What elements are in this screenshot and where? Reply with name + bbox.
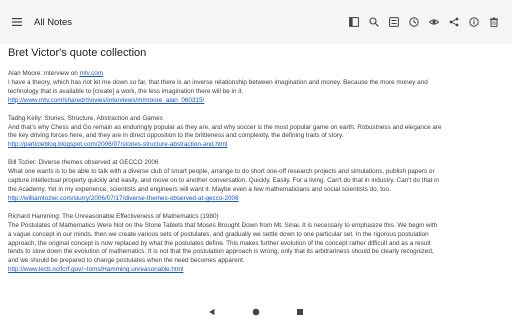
quote-text-line: approach, the original concept is now re…: [8, 239, 431, 247]
quote-text-line: What one wants is to be able to talk wit…: [8, 168, 435, 176]
app-bar: All Notes: [0, 0, 512, 44]
quote-text-line: the key driving forces here, and they ar…: [8, 132, 344, 140]
quote-url-link[interactable]: http://williamtozier.com/slurry/2006/07/…: [8, 195, 239, 202]
info-icon[interactable]: [464, 13, 484, 31]
system-nav-bar: [0, 304, 512, 320]
quote-header: Richard Hamming: The Unreasonable Effect…: [8, 212, 219, 220]
quote-text-line: The Postulates of Mathematics Were Not o…: [8, 221, 438, 229]
quote-url-link[interactable]: http://www.mtv.com/shared/movies/intervi…: [8, 97, 204, 104]
quote-url-link[interactable]: http://particleblog.blogspot.com/2006/07…: [8, 141, 227, 148]
quote-header: Bill Tozier: Diverse themes observed at …: [8, 159, 159, 167]
note-content[interactable]: Bret Victor's quote collection Alan Moor…: [8, 44, 508, 275]
trash-icon[interactable]: [484, 13, 504, 31]
quote-text-line: a vague concept in our minds, then we cr…: [8, 230, 429, 238]
reminder-icon[interactable]: [404, 13, 424, 31]
quote-text-line: and we should be prepared to change post…: [8, 257, 245, 265]
recents-icon[interactable]: [287, 304, 313, 320]
quote-bill-tozier: Bill Tozier: Diverse themes observed at …: [8, 159, 508, 204]
app-title: All Notes: [34, 16, 73, 28]
note-title: Bret Victor's quote collection: [8, 47, 147, 59]
eye-icon[interactable]: [424, 13, 444, 31]
quote-source-link[interactable]: mtv.com: [80, 70, 104, 77]
quote-text-line: I have a theory, which has not let me do…: [8, 78, 428, 86]
home-icon[interactable]: [243, 304, 269, 320]
quote-text-line: the Academy. Yet in my experience, scien…: [8, 185, 391, 193]
search-icon[interactable]: [364, 13, 384, 31]
quote-text-line: tends to slow down the evolution of math…: [8, 248, 434, 256]
quote-header: Tadhg Kelly: Stories, Structure, Abstrac…: [8, 114, 163, 122]
quote-text-line: technology that is available to [create]…: [8, 87, 244, 95]
quote-tadhg-kelly: Tadhg Kelly: Stories, Structure, Abstrac…: [8, 115, 508, 151]
quote-text-line: capture intellectual property quickly an…: [8, 177, 440, 185]
quote-url-link[interactable]: http://www.lecb.ncifcrf.gov/~toms/Hammin…: [8, 266, 183, 273]
toolbar: [344, 13, 504, 31]
menu-icon[interactable]: [8, 13, 26, 31]
sidebar-icon[interactable]: [344, 13, 364, 31]
share-icon[interactable]: [444, 13, 464, 31]
quote-text-line: And that's why Chess and Go remain as en…: [8, 123, 442, 131]
quote-alan-moore: Alan Moore: interview on mtv.com I have …: [8, 70, 508, 106]
list-icon[interactable]: [384, 13, 404, 31]
back-icon[interactable]: [199, 304, 225, 320]
quote-richard-hamming: Richard Hamming: The Unreasonable Effect…: [8, 213, 508, 275]
quote-header: Alan Moore: interview on: [8, 70, 80, 77]
